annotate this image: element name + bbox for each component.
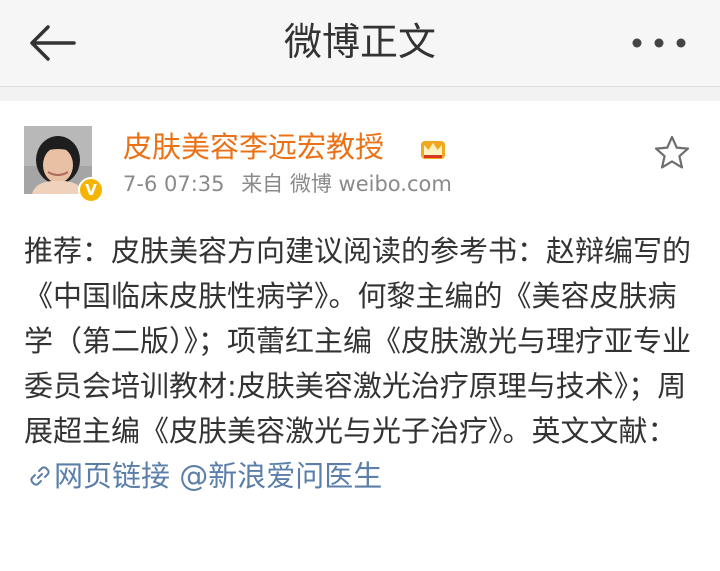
web-page-link[interactable]: 网页链接: [54, 459, 170, 493]
post-content: 推荐：皮肤美容方向建议阅读的参考书：赵辩编写的《中国临床皮肤性病学》。何黎主编的…: [24, 229, 700, 499]
more-dots-icon: [632, 38, 686, 48]
author-name[interactable]: 皮肤美容李远宏教授: [123, 128, 384, 166]
link-icon: [30, 466, 50, 486]
section-divider: [0, 87, 720, 101]
crown-icon: [421, 141, 445, 159]
weibo-post-card: V 皮肤美容李远宏教授 7-6 07:35 来自 微博 weibo.com 推荐…: [0, 101, 720, 571]
post-text: 推荐：皮肤美容方向建议阅读的参考书：赵辩编写的《中国临床皮肤性病学》。何黎主编的…: [24, 234, 692, 448]
post-source: 来自 微博 weibo.com: [241, 172, 452, 196]
mention-link[interactable]: @新浪爱问医生: [179, 459, 382, 493]
page-title: 微博正文: [283, 20, 436, 64]
post-meta: 7-6 07:35 来自 微博 weibo.com: [123, 169, 462, 199]
more-options-button[interactable]: [624, 24, 694, 62]
post-time: 7-6 07:35: [123, 172, 225, 196]
top-navigation-bar: 微博正文: [0, 0, 720, 87]
verified-badge: V: [78, 177, 104, 203]
favorite-star-icon[interactable]: [653, 134, 691, 172]
